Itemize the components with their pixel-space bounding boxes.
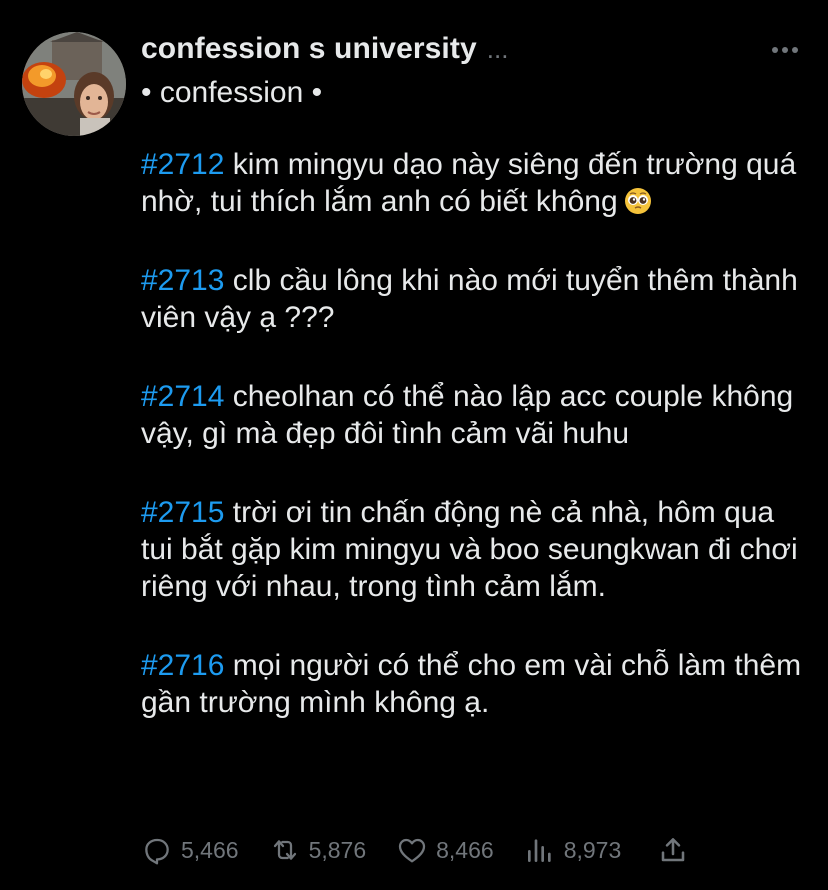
author-name-overflow: ... xyxy=(486,34,509,64)
tweet: confession s university ... • confession… xyxy=(0,0,828,890)
pleading-face-icon xyxy=(624,188,651,214)
share-icon xyxy=(661,838,685,862)
post-text: trời ơi tin chấn động nè cả nhà, hôm qua… xyxy=(141,496,798,603)
confession-post: #2716 mọi người có thể cho em vài chỗ là… xyxy=(141,647,811,721)
more-options-button[interactable] xyxy=(770,38,800,62)
reply-count: 5,466 xyxy=(181,836,239,863)
avatar-image xyxy=(22,32,126,136)
name-row: confession s university ... xyxy=(141,32,791,72)
hashtag-link[interactable]: #2716 xyxy=(141,649,224,682)
confession-post: #2712 kim mingyu dạo này siêng đến trườn… xyxy=(141,146,811,220)
tweet-header: confession s university ... • confession… xyxy=(141,32,791,110)
views-icon xyxy=(527,839,551,862)
author-handle: • confession • xyxy=(141,76,323,109)
reply-icon xyxy=(145,838,169,865)
views-count: 8,973 xyxy=(563,836,622,863)
share-button[interactable] xyxy=(657,834,689,866)
hashtag-link[interactable]: #2712 xyxy=(141,148,224,181)
views-button[interactable]: 8,973 xyxy=(524,834,622,866)
reply-button[interactable]: 5,466 xyxy=(141,834,239,866)
author-name[interactable]: confession s university xyxy=(141,32,477,66)
post-text: kim mingyu dạo này siêng đến trường quá … xyxy=(141,148,797,218)
hashtag-link[interactable]: #2713 xyxy=(141,264,224,297)
retweet-count: 5,876 xyxy=(308,836,367,863)
confession-post: #2714 cheolhan có thể nào lập acc couple… xyxy=(141,378,811,452)
retweet-icon xyxy=(273,840,296,860)
post-text: clb cầu lông khi nào mới tuyển thêm thàn… xyxy=(141,264,798,334)
retweet-button[interactable]: 5,876 xyxy=(269,834,367,866)
like-count: 8,466 xyxy=(436,836,494,863)
like-button[interactable]: 8,466 xyxy=(396,834,494,866)
hashtag-link[interactable]: #2714 xyxy=(141,380,224,413)
confession-post: #2715 trời ơi tin chấn động nè cả nhà, h… xyxy=(141,494,811,605)
heart-icon xyxy=(398,838,426,863)
tweet-actions: 5,466 5,876 8,466 8,973 xyxy=(141,830,741,870)
post-text: mọi người có thể cho em vài chỗ làm thêm… xyxy=(141,649,802,719)
confession-post: #2713 clb cầu lông khi nào mới tuyển thê… xyxy=(141,262,811,336)
tweet-body: #2712 kim mingyu dạo này siêng đến trườn… xyxy=(141,146,811,763)
avatar[interactable] xyxy=(22,32,126,136)
post-text: cheolhan có thể nào lập acc couple không… xyxy=(141,380,794,450)
more-horizontal-icon xyxy=(772,47,798,53)
hashtag-link[interactable]: #2715 xyxy=(141,496,224,529)
